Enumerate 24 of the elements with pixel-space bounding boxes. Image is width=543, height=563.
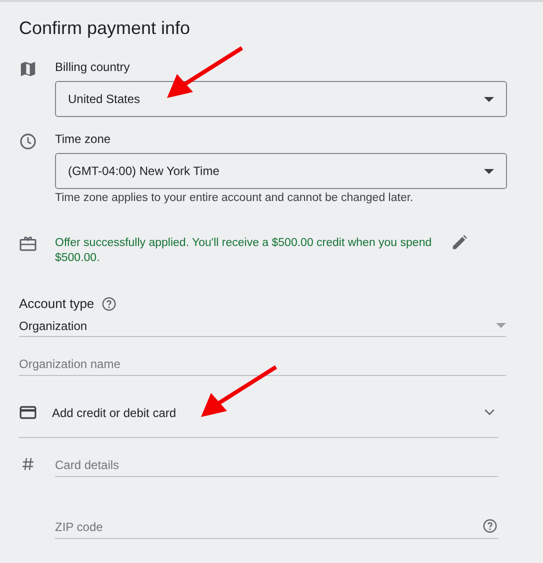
account-type-dropdown[interactable]: Organization (19, 315, 506, 337)
dropdown-arrow-icon (484, 168, 494, 174)
help-icon[interactable] (102, 296, 116, 310)
field-label: Account type (19, 296, 94, 311)
dropdown-arrow-icon (484, 96, 494, 102)
offer-message: Offer successfully applied. You'll receive a $500.00 credit when you spend $500.00. (55, 236, 433, 266)
dropdown-arrow-icon (496, 323, 506, 328)
help-icon[interactable] (483, 519, 497, 533)
zip-code-field[interactable]: ZIP code (55, 515, 498, 539)
country-dropdown[interactable]: United States (55, 81, 507, 117)
timezone-dropdown[interactable]: (GMT-04:00) New York Time (55, 153, 507, 189)
gift-card-icon (19, 236, 37, 251)
field-label: Time zone (55, 131, 112, 147)
field-label: Billing country (55, 59, 131, 75)
edit-icon[interactable] (452, 235, 467, 250)
credit-card-icon (19, 406, 37, 419)
number-sign-icon (22, 457, 34, 471)
card-details-field[interactable]: Card details (55, 453, 498, 477)
helper-text: Time zone applies to your entire account and cannot be changed later. (55, 192, 414, 204)
map-icon (19, 61, 37, 77)
chevron-icon (484, 409, 495, 416)
organization-name-field[interactable]: Organization name (19, 352, 506, 376)
clock-icon (19, 133, 37, 150)
page-title: Confirm payment info (18, 17, 192, 39)
